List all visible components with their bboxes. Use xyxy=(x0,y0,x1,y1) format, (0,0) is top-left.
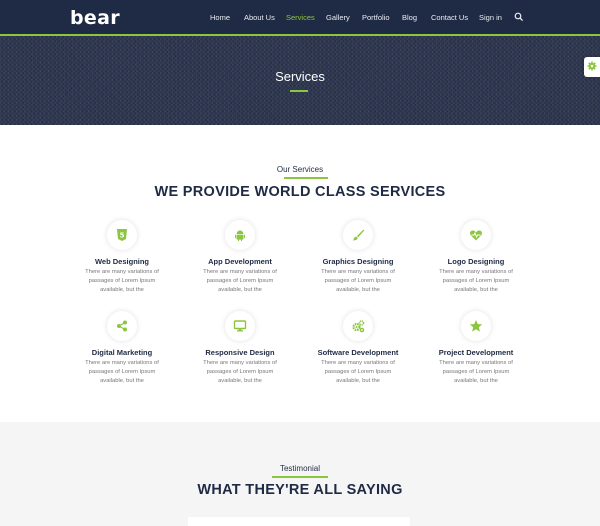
brand-logo[interactable]: bear xyxy=(70,7,120,29)
desktop-icon xyxy=(233,320,247,332)
service-description: There are many variations of passages of… xyxy=(439,360,513,384)
testimonial-section: Testimonial WHAT THEY'RE ALL SAYING xyxy=(0,422,600,526)
service-title: Digital Marketing xyxy=(91,348,153,357)
brand-name: bear xyxy=(70,7,120,29)
service-icon-wrapper xyxy=(225,311,255,341)
top-navbar: bear Home About Us Services Gallery Port… xyxy=(0,0,600,36)
service-title: Software Development xyxy=(317,348,399,357)
heartbeat-icon xyxy=(470,230,482,241)
nav-item-blog[interactable]: Blog xyxy=(402,13,417,22)
nav-item-home[interactable]: Home xyxy=(210,13,230,22)
testimonial-label-underline xyxy=(272,476,328,478)
service-title: Project Development xyxy=(438,348,514,357)
service-description: There are many variations of passages of… xyxy=(203,360,277,384)
share-icon xyxy=(117,320,127,332)
nav-item-portfolio[interactable]: Portfolio xyxy=(362,13,390,22)
service-title: App Development xyxy=(208,257,272,266)
service-title: Graphics Designing xyxy=(322,257,394,266)
gear-icon xyxy=(587,61,597,71)
html5-icon: 5 xyxy=(117,229,127,241)
service-icon-wrapper: 5 xyxy=(107,220,137,250)
cogs-icon xyxy=(352,320,365,333)
service-title: Responsive Design xyxy=(205,348,275,357)
services-label-underline xyxy=(284,177,328,179)
testimonial-section-label: Testimonial xyxy=(279,464,320,473)
service-description: There are many variations of passages of… xyxy=(85,269,159,293)
android-icon xyxy=(235,230,245,241)
page-title: Services xyxy=(275,69,325,84)
nav-item-about-us[interactable]: About Us xyxy=(244,13,275,22)
service-description: There are many variations of passages of… xyxy=(85,360,159,384)
service-icon-wrapper xyxy=(107,311,137,341)
service-description: There are many variations of passages of… xyxy=(203,269,277,293)
testimonial-heading: WHAT THEY'RE ALL SAYING xyxy=(197,482,403,498)
service-icon-wrapper xyxy=(461,220,491,250)
nav-item-contact-us[interactable]: Contact Us xyxy=(431,13,468,22)
service-title: Logo Designing xyxy=(447,257,505,266)
star-icon xyxy=(469,320,483,332)
service-description: There are many variations of passages of… xyxy=(321,360,395,384)
service-title: Web Designing xyxy=(94,257,150,266)
service-icon-wrapper xyxy=(225,220,255,250)
service-description: There are many variations of passages of… xyxy=(321,269,395,293)
settings-toggle[interactable] xyxy=(584,57,600,77)
service-icon-wrapper xyxy=(461,311,491,341)
page-hero-banner: Services xyxy=(0,36,600,125)
search-icon[interactable] xyxy=(514,12,524,22)
service-icon-wrapper xyxy=(343,220,373,250)
svg-text:5: 5 xyxy=(120,232,125,240)
nav-item-services[interactable]: Services xyxy=(286,13,315,22)
services-heading: WE PROVIDE WORLD CLASS SERVICES xyxy=(154,184,446,200)
paint-brush-icon xyxy=(353,229,365,241)
services-section-label: Our Services xyxy=(276,165,324,174)
title-underline xyxy=(290,90,308,92)
service-icon-wrapper xyxy=(343,311,373,341)
service-description: There are many variations of passages of… xyxy=(439,269,513,293)
nav-item-gallery[interactable]: Gallery xyxy=(326,13,350,22)
testimonial-card xyxy=(188,517,410,526)
nav-item-sign-in[interactable]: Sign in xyxy=(479,13,502,22)
